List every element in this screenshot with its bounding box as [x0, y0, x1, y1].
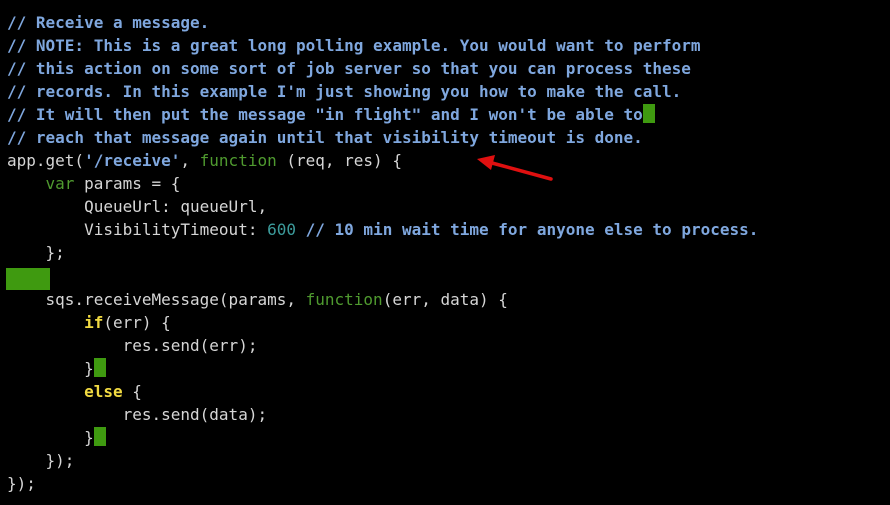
red-arrow-annotation: [477, 155, 553, 181]
code-editor[interactable]: // Receive a message. // NOTE: This is a…: [0, 0, 890, 505]
